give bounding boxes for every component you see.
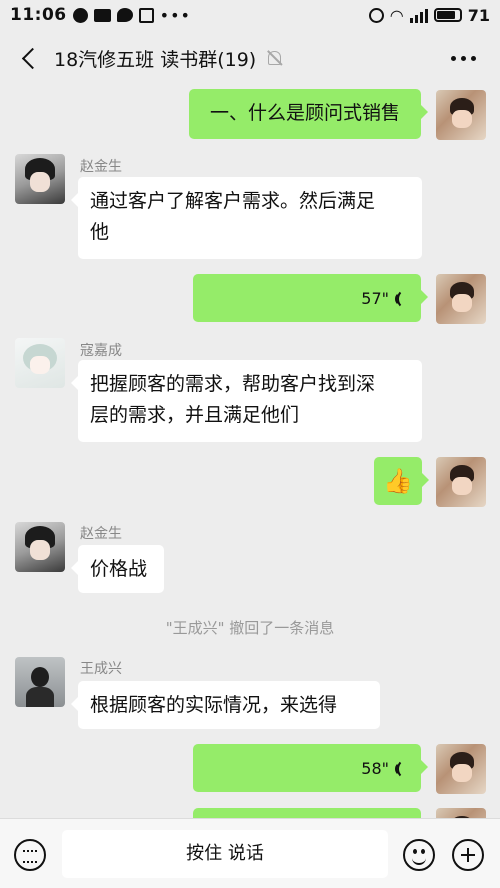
voice-wave-icon	[395, 759, 409, 777]
alarm-icon	[368, 7, 384, 23]
message-bubble[interactable]: 通过客户了解客户需求。然后满足 他	[71, 177, 422, 259]
message-bubble[interactable]: 价格战	[71, 545, 164, 593]
more-dots-icon[interactable]	[443, 48, 484, 69]
avatar[interactable]	[436, 90, 486, 140]
emoji-message-bubble[interactable]: 👍	[374, 457, 429, 505]
keyboard-icon[interactable]	[14, 839, 46, 871]
chat-bubble-icon	[116, 8, 133, 22]
voice-wave-icon	[395, 289, 409, 307]
voice-message-bubble[interactable]: 57"	[193, 274, 428, 322]
sender-name: 赵金生	[80, 159, 122, 175]
sender-name: 赵金生	[80, 526, 122, 542]
avatar[interactable]	[15, 522, 65, 572]
news-app-icon	[93, 8, 111, 22]
message-text-line: 他	[90, 221, 110, 243]
sender-name: 王成兴	[80, 661, 122, 677]
message-text-line: 通过客户了解客户需求。然后满足	[90, 190, 376, 212]
status-more-icon: •••	[159, 5, 191, 25]
recall-notice: "王成兴" 撤回了一条消息	[165, 619, 335, 637]
voice-duration: 58"	[361, 758, 389, 778]
message-text: 根据顾客的实际情况，来选得	[90, 694, 338, 716]
back-arrow-icon[interactable]	[16, 43, 46, 73]
emoji-icon[interactable]	[403, 839, 435, 871]
message-text-line: 层的需求，并且满足他们	[90, 404, 300, 426]
status-bar: 11:06 ••• ◠ 71	[0, 0, 500, 30]
plus-icon[interactable]	[452, 839, 484, 871]
voice-message-bubble[interactable]: 58"	[193, 744, 428, 792]
status-left: 11:06 •••	[10, 5, 191, 25]
chat-header: 18汽修五班 读书群(19)	[0, 30, 500, 86]
bell-muted-icon	[266, 50, 282, 66]
avatar[interactable]	[436, 274, 486, 324]
battery-icon	[433, 8, 462, 22]
message-list[interactable]: 一、什么是顾问式销售 赵金生 通过客户了解客户需求。然后满足 他 57" 寇嘉成…	[0, 86, 500, 818]
signal-icon	[409, 8, 428, 23]
voice-duration: 57"	[361, 288, 389, 308]
status-time: 11:06	[10, 5, 67, 25]
chat-title: 18汽修五班 读书群(19)	[54, 48, 257, 71]
hold-to-talk-button[interactable]: 按住 说话	[62, 830, 388, 878]
message-bubble[interactable]: 把握顾客的需求，帮助客户找到深 层的需求，并且满足他们	[71, 360, 422, 442]
message-text-line: 把握顾客的需求，帮助客户找到深	[90, 373, 376, 395]
message-bubble[interactable]: 根据顾客的实际情况，来选得	[71, 681, 380, 729]
avatar[interactable]	[15, 657, 65, 707]
message-bubble[interactable]: 一、什么是顾问式销售	[189, 89, 428, 139]
message-text: 价格战	[90, 558, 148, 580]
avatar[interactable]	[436, 457, 486, 507]
battery-level: 71	[467, 5, 490, 25]
avatar[interactable]	[15, 154, 65, 204]
avatar[interactable]	[436, 744, 486, 794]
notification-dot-icon	[72, 7, 88, 23]
avatar[interactable]	[15, 338, 65, 388]
sender-name: 寇嘉成	[80, 343, 122, 359]
thumbs-up-icon: 👍	[383, 467, 413, 495]
message-bubble[interactable]	[193, 808, 421, 818]
avatar[interactable]	[436, 808, 486, 818]
message-text: 一、什么是顾问式销售	[209, 102, 400, 124]
input-bar: 按住 说话	[0, 818, 500, 888]
status-right: ◠ 71	[368, 5, 490, 25]
download-icon	[138, 7, 154, 23]
wifi-icon: ◠	[389, 5, 404, 25]
